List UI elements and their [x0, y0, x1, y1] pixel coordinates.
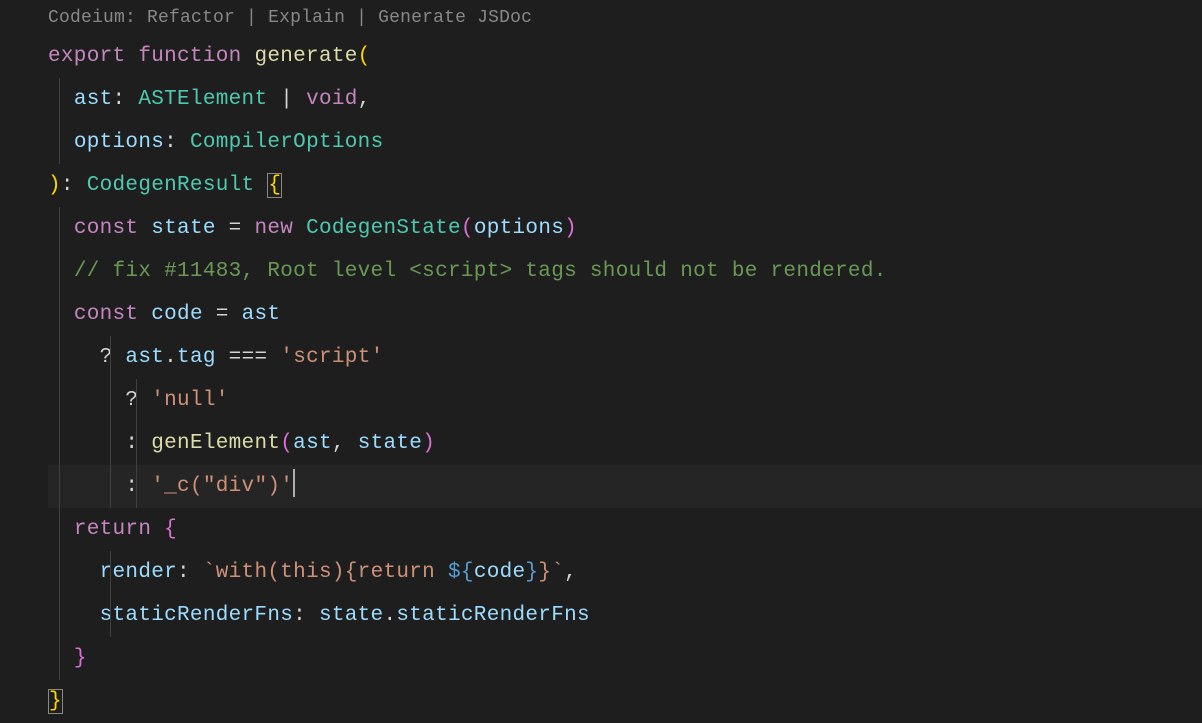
colon: :	[293, 604, 306, 627]
template-text: }	[538, 561, 551, 584]
type-codegenresult: CodegenResult	[87, 174, 255, 197]
keyword-const: const	[74, 303, 139, 326]
code-line[interactable]: ? ast.tag === 'script'	[48, 336, 1202, 379]
triple-eq: ===	[229, 346, 268, 369]
arg-state: state	[358, 432, 423, 455]
code-line[interactable]: : genElement(ast, state)	[48, 422, 1202, 465]
arg-options: options	[474, 217, 564, 240]
code-line[interactable]: render: `with(this){return ${code}}`,	[48, 551, 1202, 594]
codelens-action-refactor[interactable]: Refactor	[147, 8, 235, 28]
code-editor[interactable]: export function generate( ast: ASTElemen…	[0, 35, 1202, 723]
equals: =	[229, 217, 242, 240]
fn-genelement: genElement	[151, 432, 280, 455]
var-ast: ast	[125, 346, 164, 369]
codelens-separator: |	[345, 8, 378, 28]
paren-close: )	[422, 432, 435, 455]
dot: .	[164, 346, 177, 369]
code-line[interactable]: }	[48, 680, 1202, 723]
paren-close: )	[564, 217, 577, 240]
dot: .	[383, 604, 396, 627]
codelens-separator: |	[235, 8, 268, 28]
type-compileroptions: CompilerOptions	[190, 131, 384, 154]
param-ast: ast	[74, 88, 113, 111]
param-options: options	[74, 131, 164, 154]
code-line[interactable]: staticRenderFns: state.staticRenderFns	[48, 594, 1202, 637]
colon: :	[113, 88, 126, 111]
text-cursor	[293, 469, 295, 497]
comma: ,	[564, 561, 577, 584]
colon: :	[61, 174, 74, 197]
ctor-codegenstate: CodegenState	[306, 217, 461, 240]
brace-open: {	[267, 173, 282, 198]
var-code: code	[151, 303, 203, 326]
var-state: state	[151, 217, 216, 240]
keyword-export: export	[48, 45, 125, 68]
code-line[interactable]: ): CodegenResult {	[48, 164, 1202, 207]
brace-close: }	[48, 689, 63, 714]
paren-open: (	[280, 432, 293, 455]
template-text: with(this){return	[216, 561, 448, 584]
codelens-provider: Codeium:	[48, 8, 136, 28]
interp-close: }	[525, 561, 538, 584]
template-open: `	[203, 561, 216, 584]
code-line[interactable]: export function generate(	[48, 35, 1202, 78]
pipe: |	[280, 88, 293, 111]
interp-open: ${	[448, 561, 474, 584]
code-line[interactable]: const state = new CodegenState(options)	[48, 207, 1202, 250]
keyword-return: return	[74, 518, 151, 541]
paren-open: (	[358, 45, 371, 68]
var-state: state	[319, 604, 384, 627]
brace-close: }	[74, 647, 87, 670]
colon: :	[177, 561, 190, 584]
template-close: `	[551, 561, 564, 584]
keyword-void: void	[306, 88, 358, 111]
codelens-action-jsdoc[interactable]: Generate JSDoc	[378, 8, 532, 28]
code-line[interactable]: options: CompilerOptions	[48, 121, 1202, 164]
function-name: generate	[254, 45, 357, 68]
code-line[interactable]: // fix #11483, Root level <script> tags …	[48, 250, 1202, 293]
prop-staticrenderfns2: staticRenderFns	[396, 604, 590, 627]
string-null: 'null'	[151, 389, 228, 412]
codelens-bar: Codeium: Refactor | Explain | Generate J…	[0, 0, 1202, 35]
code-line[interactable]: ? 'null'	[48, 379, 1202, 422]
codelens-action-explain[interactable]: Explain	[268, 8, 345, 28]
var-ast: ast	[242, 303, 281, 326]
prop-staticrenderfns: staticRenderFns	[100, 604, 294, 627]
comma: ,	[332, 432, 345, 455]
string-script: 'script'	[280, 346, 383, 369]
brace-open: {	[164, 518, 177, 541]
prop-render: render	[100, 561, 177, 584]
comma: ,	[358, 88, 371, 111]
equals: =	[216, 303, 229, 326]
string-cdiv: '_c("div")'	[151, 475, 293, 498]
code-line[interactable]: ast: ASTElement | void,	[48, 78, 1202, 121]
code-line[interactable]: }	[48, 637, 1202, 680]
prop-tag: tag	[177, 346, 216, 369]
keyword-function: function	[138, 45, 241, 68]
code-line[interactable]: return {	[48, 508, 1202, 551]
colon: :	[164, 131, 177, 154]
comment: // fix #11483, Root level <script> tags …	[74, 260, 887, 283]
keyword-new: new	[254, 217, 293, 240]
keyword-const: const	[74, 217, 139, 240]
paren-open: (	[461, 217, 474, 240]
code-line[interactable]: const code = ast	[48, 293, 1202, 336]
arg-ast: ast	[293, 432, 332, 455]
interp-var-code: code	[474, 561, 526, 584]
code-line-active[interactable]: : '_c("div")'	[48, 465, 1202, 508]
type-astelement: ASTElement	[138, 88, 267, 111]
paren-close: )	[48, 174, 61, 197]
